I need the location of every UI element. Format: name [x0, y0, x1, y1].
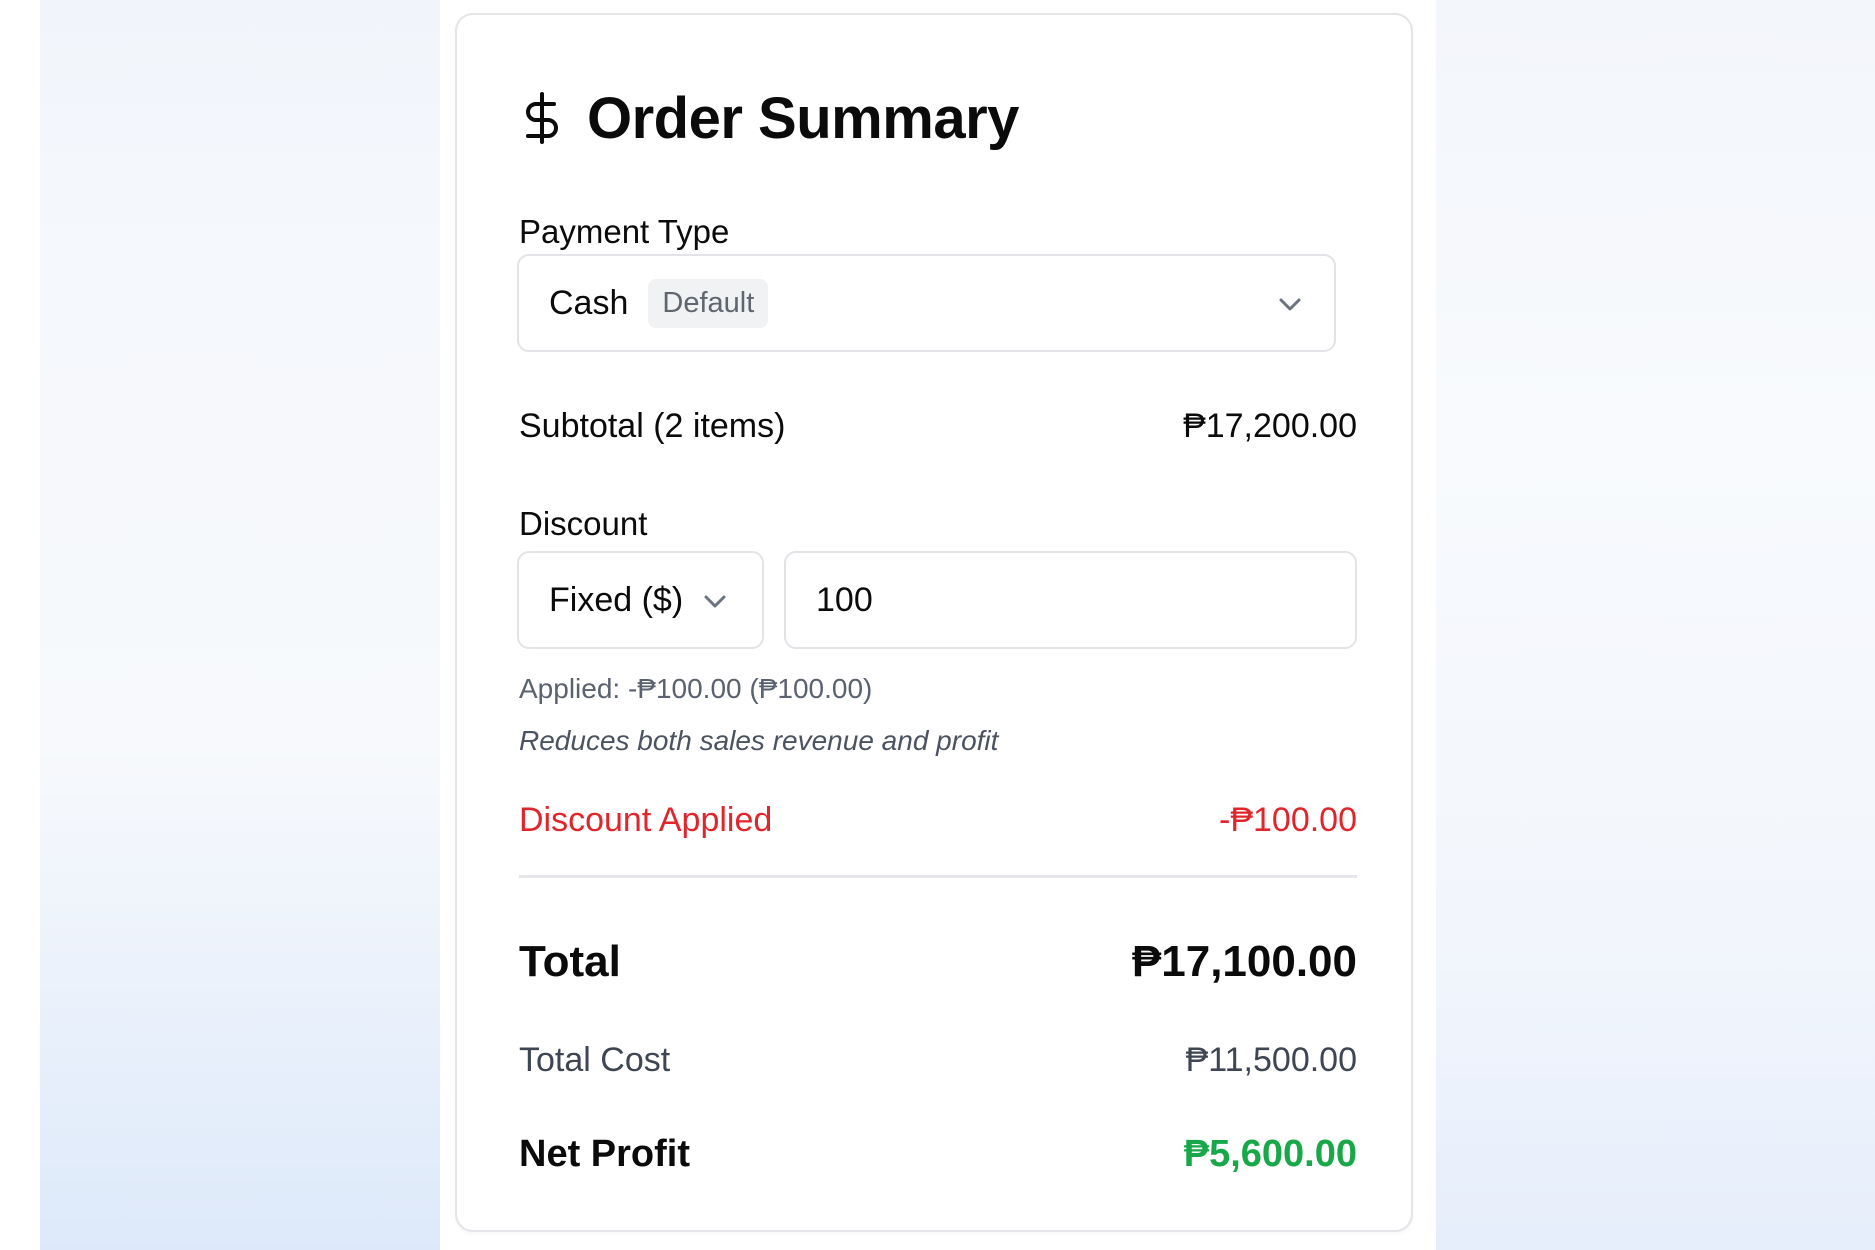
dollar-sign-icon [519, 85, 565, 151]
net-profit-value: ₱5,600.00 [1183, 1133, 1357, 1175]
discount-label: Discount [519, 505, 648, 542]
total-row: Total ₱17,100.00 [519, 937, 1357, 987]
payment-type-value: Cash [549, 283, 629, 322]
subtotal-label: Subtotal (2 items) [519, 407, 786, 445]
card-header: Order Summary [519, 73, 1019, 163]
total-cost-value: ₱11,500.00 [1185, 1041, 1357, 1079]
total-cost-row: Total Cost ₱11,500.00 [519, 1041, 1357, 1080]
discount-hint-text: Reduces both sales revenue and profit [519, 725, 999, 756]
discount-applied-label: Discount Applied [519, 801, 773, 839]
background-left-band [0, 0, 40, 1250]
total-value: ₱17,100.00 [1131, 937, 1357, 986]
default-badge: Default [648, 278, 769, 328]
discount-type-value: Fixed ($) [549, 580, 684, 619]
discount-applied-value: -₱100.00 [1219, 801, 1357, 839]
background-left-panel [0, 0, 440, 1250]
chevron-down-icon [1276, 290, 1304, 318]
discount-applied-row: Discount Applied -₱100.00 [519, 801, 1357, 840]
background-right-panel [1435, 0, 1875, 1250]
order-summary-card: Order Summary Payment Type Cash Default … [455, 13, 1413, 1232]
divider [519, 875, 1357, 878]
net-profit-row: Net Profit ₱5,600.00 [519, 1133, 1357, 1176]
chevron-down-icon [701, 587, 729, 615]
discount-amount-input[interactable] [784, 551, 1357, 649]
total-label: Total [519, 937, 621, 986]
payment-type-select[interactable]: Cash Default [517, 254, 1336, 352]
discount-applied-note: Applied: -₱100.00 (₱100.00) [519, 673, 873, 704]
net-profit-label: Net Profit [519, 1133, 690, 1175]
subtotal-value: ₱17,200.00 [1183, 407, 1357, 445]
discount-type-select[interactable]: Fixed ($) [517, 551, 764, 649]
total-cost-label: Total Cost [519, 1041, 671, 1079]
payment-type-label: Payment Type [519, 213, 730, 250]
page-title: Order Summary [587, 85, 1019, 151]
subtotal-row: Subtotal (2 items) ₱17,200.00 [519, 407, 1357, 446]
